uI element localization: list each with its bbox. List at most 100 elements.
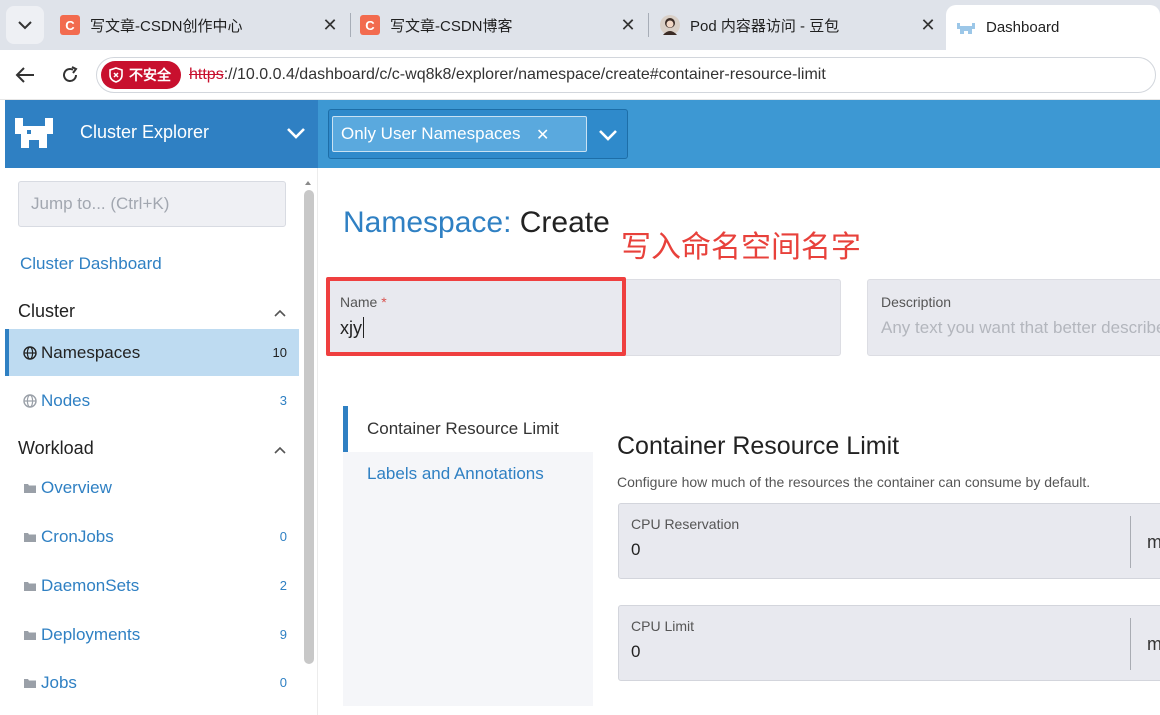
close-icon[interactable]: ✕ [918,15,938,36]
close-icon[interactable]: ✕ [320,15,340,36]
sidebar-item-nodes[interactable]: Nodes 3 [5,377,299,424]
reload-icon [63,66,78,82]
cluster-switcher[interactable]: Cluster Explorer [5,100,318,168]
cpu-reservation-unit: m [1147,532,1160,552]
section-title: Container Resource Limit [617,432,900,460]
namespace-chip: Only User Namespaces ✕ [332,116,587,152]
page-title-action: Create [519,206,610,239]
shield-warning-icon [109,67,123,83]
sidebar-item-daemonsets[interactable]: DaemonSets 2 [5,562,299,609]
cpu-reservation-input[interactable]: 0 [631,540,640,560]
cpu-limit-input[interactable]: 0 [631,642,640,662]
tab-title: Pod 内容器访问 - 豆包 [690,17,840,35]
chevron-down-icon[interactable] [597,124,619,146]
close-icon[interactable]: ✕ [618,15,638,36]
group-workload-title[interactable]: Workload [18,438,94,459]
chevron-down-icon[interactable] [285,122,307,144]
chevron-down-icon [18,21,32,30]
sidebar-item-label: Nodes [41,390,91,410]
folder-icon [24,581,36,591]
address-bar: 不安全 https://10.0.0.4/dashboard/c/c-wq8k8… [0,50,1160,100]
sidebar-item-label: Deployments [41,624,141,644]
item-count: 2 [279,578,287,593]
folder-icon [24,678,36,688]
description-input[interactable]: Any text you want that better describes … [881,318,1160,338]
group-cluster-title[interactable]: Cluster [18,301,75,322]
chevron-up-icon[interactable] [273,445,287,455]
tab-title: Dashboard [986,19,1060,36]
tab-title: 写文章-CSDN博客 [390,17,513,35]
sidebar-item-label: CronJobs [41,526,114,546]
not-secure-badge[interactable]: 不安全 [101,61,181,89]
page-title: Namespace: Create [343,206,610,240]
page-title-kind: Namespace: [343,206,512,239]
folder-icon [24,532,36,542]
browser-tab-csdn-blog[interactable]: C 写文章-CSDN博客 ✕ [360,5,638,45]
url-path: ://10.0.0.4/dashboard/c/c-wq8k8/explorer… [223,66,826,83]
csdn-icon: C [360,15,380,35]
cpu-reservation-label: CPU Reservation [631,516,740,532]
sidebar-item-jobs[interactable]: Jobs 0 [5,659,299,706]
item-count: 10 [272,345,287,360]
avatar-icon [660,15,680,35]
browser-tab-doubao[interactable]: Pod 内容器访问 - 豆包 ✕ [660,5,938,45]
url-bar[interactable]: 不安全 https://10.0.0.4/dashboard/c/c-wq8k8… [96,57,1156,93]
globe-icon [23,393,37,408]
sidebar-item-cronjobs[interactable]: CronJobs 0 [5,513,299,560]
annotation-highlight-box [326,277,626,356]
tab-content: Container Resource Limit Configure how m… [593,406,1160,706]
top-header: Only User Namespaces ✕ [318,100,1160,168]
rancher-logo [15,118,53,148]
sidebar-scrollbar[interactable] [304,190,314,664]
remove-chip-icon[interactable]: ✕ [536,125,549,145]
sidebar-item-label: Jobs [41,672,77,692]
reload-button[interactable] [57,62,83,88]
main-content: Namespace: Create 写入命名空间名字 Name * xjy De… [318,168,1160,715]
sidebar-item-label: Namespaces [41,342,141,362]
tab-container-resource-limit[interactable]: Container Resource Limit [343,406,593,452]
folder-icon [24,630,36,640]
rancher-logo-icon [956,18,976,38]
globe-icon [23,345,37,360]
namespace-chip-label: Only User Namespaces [341,124,521,143]
namespace-filter[interactable]: Only User Namespaces ✕ [328,109,628,159]
sidebar-item-namespaces[interactable]: Namespaces 10 [5,329,299,376]
not-secure-label: 不安全 [129,67,171,83]
item-count: 9 [279,627,287,642]
tab-search-button[interactable] [6,6,44,44]
tab-title: 写文章-CSDN创作中心 [90,17,243,35]
item-count: 0 [279,675,287,690]
jump-placeholder: Jump to... (Ctrl+K) [31,194,170,213]
back-button[interactable] [12,62,38,88]
item-count: 3 [279,393,287,408]
description-label: Description [881,294,952,310]
cluster-dashboard-link[interactable]: Cluster Dashboard [20,254,162,274]
browser-tab-strip: C 写文章-CSDN创作中心 ✕ C 写文章-CSDN博客 ✕ Pod 内容器访… [0,0,1160,50]
section-description: Configure how much of the resources the … [617,474,1091,490]
csdn-icon: C [60,15,80,35]
folder-icon [24,483,36,493]
description-field[interactable]: Description Any text you want that bette… [867,279,1160,356]
unit-divider [1130,618,1131,670]
section-tabs: Container Resource Limit Labels and Anno… [343,406,593,706]
sidebar-item-overview[interactable]: Overview [5,464,299,511]
cpu-reservation-field[interactable]: CPU Reservation 0 m [618,503,1160,579]
item-count: 0 [279,529,287,544]
sidebar-item-label: DaemonSets [41,575,140,595]
arrow-left-icon [15,67,34,83]
sidebar-item-label: Overview [41,477,112,497]
sidebar-item-deployments[interactable]: Deployments 9 [5,611,299,658]
jump-to-input[interactable]: Jump to... (Ctrl+K) [18,181,286,227]
cpu-limit-field[interactable]: CPU Limit 0 m [618,605,1160,681]
browser-tab-csdn-center[interactable]: C 写文章-CSDN创作中心 ✕ [60,5,340,45]
cpu-limit-label: CPU Limit [631,618,695,634]
tab-labels-annotations[interactable]: Labels and Annotations [343,451,593,497]
tab-separator [648,13,649,37]
unit-divider [1130,516,1131,568]
chevron-up-icon[interactable] [273,308,287,318]
scroll-up-icon[interactable] [303,178,313,188]
tab-separator [350,13,351,37]
url-scheme: https [189,66,224,83]
cpu-limit-unit: m [1147,634,1160,654]
browser-tab-dashboard[interactable]: Dashboard [946,5,1160,50]
